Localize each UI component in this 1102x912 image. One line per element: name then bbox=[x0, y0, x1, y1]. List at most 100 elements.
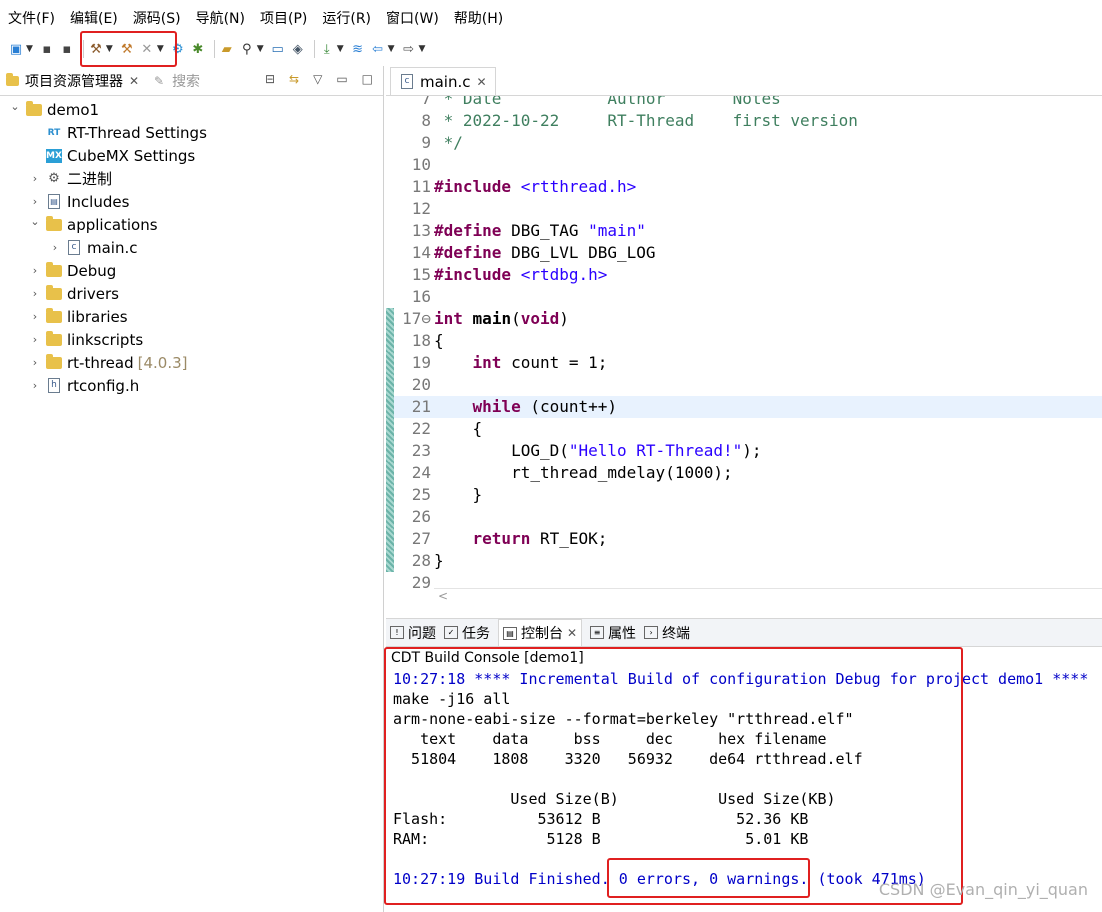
code-token: } bbox=[434, 551, 444, 570]
link-editor-icon[interactable]: ⇆ bbox=[289, 72, 299, 86]
toolbar-separator bbox=[213, 40, 215, 58]
back-dropdown-icon[interactable]: ▼ bbox=[388, 44, 395, 54]
code-line: 11 #include <rtthread.h> bbox=[386, 176, 1102, 198]
tab-main-c[interactable]: c main.c ✕ bbox=[390, 67, 496, 95]
menu-item[interactable]: 项目(P) bbox=[260, 8, 307, 28]
menu-item[interactable]: 帮助(H) bbox=[454, 8, 503, 28]
debug-bug-icon[interactable]: ✱ bbox=[190, 38, 206, 60]
back-arrow-icon[interactable]: ⇦ bbox=[370, 38, 386, 60]
save-icon[interactable]: ▪ bbox=[39, 38, 55, 60]
chevron-right-icon[interactable]: › bbox=[48, 241, 62, 254]
console-line: 10:27:18 **** Incremental Build of confi… bbox=[393, 670, 1089, 688]
tasks-icon: ✓ bbox=[444, 626, 458, 639]
chevron-down-icon[interactable]: ⌄ bbox=[28, 215, 42, 228]
code-token: int bbox=[472, 353, 502, 372]
tree-item[interactable]: ⌄ demo1 bbox=[0, 98, 383, 121]
menu-item[interactable]: 文件(F) bbox=[8, 8, 55, 28]
tab-problems[interactable]: ! 问题 bbox=[390, 623, 436, 643]
maximize-icon[interactable]: □ bbox=[362, 72, 373, 86]
tab-search[interactable]: ✎ 搜索 bbox=[151, 71, 200, 91]
search-icon[interactable]: ⚲ bbox=[239, 38, 255, 60]
build-hammer-icon[interactable]: ⚒ bbox=[88, 38, 104, 60]
change-marker bbox=[386, 264, 394, 286]
download-icon[interactable]: ⤓ bbox=[319, 38, 335, 60]
clean-dropdown-icon[interactable]: ▼ bbox=[157, 44, 164, 54]
new-icon[interactable]: ▣ bbox=[8, 38, 24, 60]
folder-icon bbox=[46, 284, 62, 302]
tree-item[interactable]: ⌄ applications bbox=[0, 213, 383, 236]
chevron-right-icon[interactable]: › bbox=[28, 379, 42, 392]
tree-item[interactable]: RT RT-Thread Settings bbox=[0, 121, 383, 144]
save-all-icon[interactable]: ▪ bbox=[59, 38, 75, 60]
layers-icon[interactable]: ≋ bbox=[350, 38, 366, 60]
chevron-right-icon[interactable]: › bbox=[28, 195, 42, 208]
code-token: RT_EOK; bbox=[530, 529, 608, 548]
view-buttons: ⊟ ⇆ ▽ ▭ □ bbox=[251, 72, 373, 86]
clean-icon[interactable]: ✕ bbox=[139, 38, 155, 60]
chevron-right-icon[interactable]: › bbox=[28, 172, 42, 185]
chip-icon[interactable]: ◈ bbox=[290, 38, 306, 60]
binaries-icon: ⚙ bbox=[48, 171, 60, 186]
line-number: 29 bbox=[411, 573, 431, 588]
tab-terminal[interactable]: › 终端 bbox=[644, 623, 690, 643]
rebuild-icon[interactable]: ⚒ bbox=[119, 38, 135, 60]
console-output[interactable]: 10:27:18 **** Incremental Build of confi… bbox=[386, 669, 1102, 889]
tree-item[interactable]: › rt-thread [4.0.3] bbox=[0, 351, 383, 374]
tab-project-explorer[interactable]: 项目资源管理器 ✕ bbox=[4, 71, 139, 91]
code-text: return RT_EOK; bbox=[432, 528, 608, 550]
folder-icon bbox=[46, 353, 62, 371]
menu-item[interactable]: 运行(R) bbox=[322, 8, 371, 28]
horizontal-scrollbar[interactable]: < bbox=[434, 588, 1102, 606]
change-marker bbox=[386, 220, 394, 242]
new-dropdown-icon[interactable]: ▼ bbox=[26, 44, 33, 54]
menu-item[interactable]: 源码(S) bbox=[133, 8, 181, 28]
download-dropdown-icon[interactable]: ▼ bbox=[337, 44, 344, 54]
tree-item[interactable]: MX CubeMX Settings bbox=[0, 144, 383, 167]
tree-item-label: linkscripts bbox=[67, 330, 144, 349]
change-marker bbox=[386, 440, 394, 462]
code-line: 8 * 2022-10-22 RT-Thread first version bbox=[386, 110, 1102, 132]
chevron-right-icon[interactable]: › bbox=[28, 310, 42, 323]
tree-item[interactable]: › ▤ Includes bbox=[0, 190, 383, 213]
code-line: 20 bbox=[386, 374, 1102, 396]
tree-item[interactable]: › h rtconfig.h bbox=[0, 374, 383, 397]
collapse-all-icon[interactable]: ⊟ bbox=[265, 72, 275, 86]
search-dropdown-icon[interactable]: ▼ bbox=[257, 44, 264, 54]
editor-tabs: c main.c ✕ bbox=[386, 66, 1102, 96]
monitor-icon[interactable]: ▭ bbox=[270, 38, 286, 60]
settings-gear-icon[interactable]: ⚙ bbox=[170, 38, 186, 60]
tree-item[interactable]: › drivers bbox=[0, 282, 383, 305]
minimize-icon[interactable]: ▭ bbox=[336, 72, 347, 86]
menu-item[interactable]: 编辑(E) bbox=[70, 8, 118, 28]
code-token: * 2022-10-22 RT-Thread first version bbox=[434, 111, 858, 130]
chevron-right-icon[interactable]: › bbox=[28, 356, 42, 369]
view-menu-icon[interactable]: ▽ bbox=[313, 72, 322, 86]
open-folder-icon[interactable]: ▰ bbox=[219, 38, 235, 60]
forward-dropdown-icon[interactable]: ▼ bbox=[419, 44, 426, 54]
tree-item[interactable]: › Debug bbox=[0, 259, 383, 282]
tree-item[interactable]: › linkscripts bbox=[0, 328, 383, 351]
chevron-down-icon[interactable]: ⌄ bbox=[8, 100, 22, 113]
tree-item[interactable]: › c main.c bbox=[0, 236, 383, 259]
menu-item[interactable]: 窗口(W) bbox=[386, 8, 439, 28]
build-dropdown-icon[interactable]: ▼ bbox=[106, 44, 113, 54]
forward-arrow-icon[interactable]: ⇨ bbox=[401, 38, 417, 60]
chevron-right-icon[interactable]: › bbox=[28, 333, 42, 346]
close-icon[interactable]: ✕ bbox=[477, 75, 487, 89]
tab-label: 终端 bbox=[662, 625, 691, 642]
close-icon[interactable]: ✕ bbox=[567, 626, 577, 640]
scroll-left-icon[interactable]: < bbox=[438, 589, 448, 603]
close-icon[interactable]: ✕ bbox=[129, 74, 139, 88]
code-area[interactable]: 7 * Date Author Notes 8 * 2022-10-22 RT-T… bbox=[386, 88, 1102, 588]
menu-item[interactable]: 导航(N) bbox=[196, 8, 245, 28]
tree-item[interactable]: › ⚙ 二进制 bbox=[0, 167, 383, 190]
tree-item[interactable]: › libraries bbox=[0, 305, 383, 328]
chevron-right-icon[interactable]: › bbox=[28, 287, 42, 300]
tab-console[interactable]: ▤ 控制台 ✕ bbox=[498, 619, 583, 646]
tab-properties[interactable]: ≡ 属性 bbox=[590, 623, 636, 643]
line-number: 24 bbox=[411, 463, 431, 482]
line-number: 13 bbox=[411, 221, 431, 240]
tab-tasks[interactable]: ✓ 任务 bbox=[444, 623, 490, 643]
chevron-right-icon[interactable]: › bbox=[28, 264, 42, 277]
bottom-tabs: ! 问题 ✓ 任务 ▤ 控制台 ✕ ≡ 属性 › 终端 bbox=[386, 619, 1102, 647]
